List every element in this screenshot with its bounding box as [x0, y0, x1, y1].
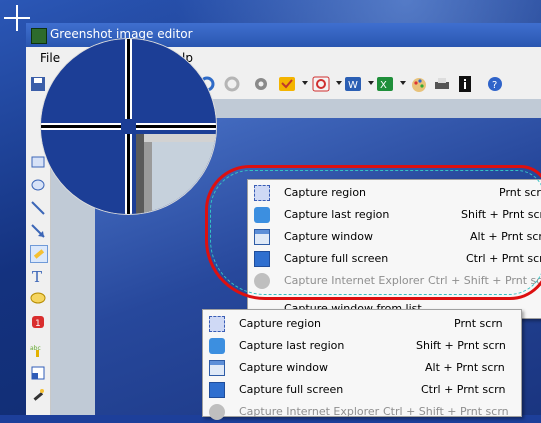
menu-item-capture-ie: Capture Internet Explorer Ctrl + Shift +… — [203, 401, 521, 423]
effects-icon[interactable] — [30, 388, 46, 404]
excel-icon[interactable]: X — [376, 75, 394, 93]
speechbubble-icon[interactable] — [30, 291, 46, 307]
last-region-icon — [209, 338, 225, 354]
info-icon[interactable] — [456, 75, 474, 93]
highlight-icon[interactable] — [30, 245, 48, 263]
menu-item-shortcut: Shift + Prnt scrn — [416, 339, 506, 352]
svg-text:abc: abc — [30, 345, 41, 352]
menu-item-capture-region[interactable]: Capture region Prnt scrn — [203, 313, 521, 335]
svg-text:W: W — [348, 80, 358, 91]
rectangle-icon[interactable] — [30, 154, 46, 170]
menu-item-capture-full-screen[interactable]: Capture full screen Ctrl + Prnt scrn — [203, 379, 521, 401]
save-icon[interactable] — [29, 75, 47, 93]
printer-icon[interactable] — [433, 75, 451, 93]
outlook-dropdown-icon[interactable] — [302, 81, 308, 85]
word-dropdown-icon[interactable] — [368, 81, 374, 85]
menu-item-capture-window[interactable]: Capture window Alt + Prnt scrn — [203, 357, 521, 379]
menu-item-label: Capture region — [239, 317, 322, 330]
region-icon — [209, 316, 225, 332]
outlook-icon[interactable] — [278, 75, 296, 93]
office-icon[interactable] — [312, 75, 330, 93]
marker-icon[interactable]: abc — [30, 342, 46, 358]
capture-context-menu-front: Capture region Prnt scrn Capture last re… — [202, 309, 522, 420]
app-icon — [31, 28, 47, 44]
selection-outline — [210, 170, 541, 295]
menu-item-shortcut: Ctrl + Shift + Prnt scrn — [383, 405, 509, 418]
window-icon — [209, 360, 225, 376]
ie-icon — [209, 404, 225, 420]
menu-item-label: Capture last region — [239, 339, 345, 352]
svg-text:?: ? — [492, 80, 497, 91]
ellipse-icon[interactable] — [30, 177, 46, 193]
excel-dropdown-icon[interactable] — [400, 81, 406, 85]
settings-icon[interactable] — [252, 75, 270, 93]
refresh-disabled-icon — [224, 76, 240, 92]
svg-text:T: T — [32, 268, 42, 284]
menu-item-capture-last-region[interactable]: Capture last region Shift + Prnt scrn — [203, 335, 521, 357]
menu-item-label: Capture Internet Explorer — [239, 405, 380, 418]
full-screen-icon — [209, 382, 225, 398]
menu-item-label: Capture window — [239, 361, 328, 374]
menu-item-shortcut: Alt + Prnt scrn — [425, 361, 505, 374]
menu-file[interactable]: File — [40, 51, 60, 65]
crop-icon[interactable] — [30, 365, 46, 381]
paint-icon[interactable] — [410, 75, 428, 93]
arrow-icon[interactable] — [30, 223, 46, 239]
text-icon[interactable]: T — [30, 268, 46, 284]
svg-text:X: X — [380, 80, 387, 91]
menu-item-label: Capture full screen — [239, 383, 344, 396]
counter-icon[interactable]: 1 — [30, 314, 46, 330]
help-icon[interactable]: ? — [486, 75, 504, 93]
svg-text:1: 1 — [35, 319, 41, 329]
line-icon[interactable] — [30, 200, 46, 216]
word-icon[interactable]: W — [344, 75, 362, 93]
magnifier-crosshair-icon — [41, 39, 216, 214]
menu-item-shortcut: Ctrl + Prnt scrn — [421, 383, 506, 396]
menu-item-shortcut: Prnt scrn — [454, 317, 503, 330]
zoom-magnifier — [41, 39, 216, 214]
office-dropdown-icon[interactable] — [336, 81, 342, 85]
